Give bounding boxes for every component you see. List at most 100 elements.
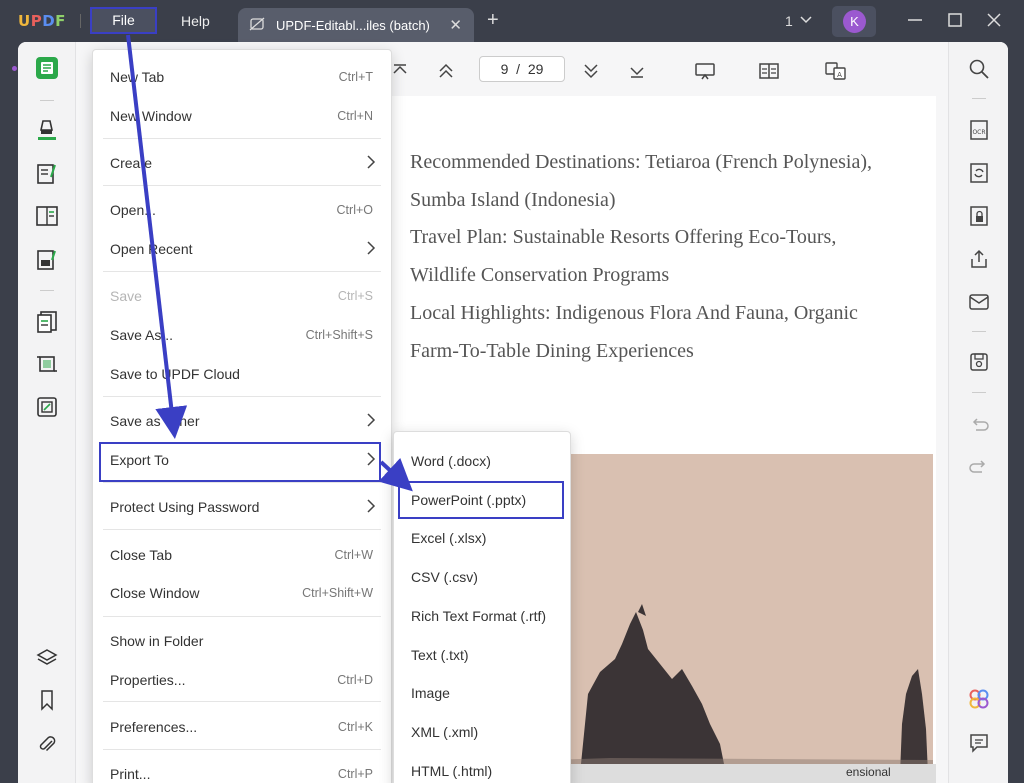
edit-pdf-icon[interactable] [35, 162, 59, 186]
bookmark-icon[interactable] [35, 688, 59, 712]
menu-item-save[interactable]: Save Ctrl+S [93, 278, 391, 314]
text-line: Local Highlights: Indigenous Flora And F… [410, 301, 858, 324]
file-menu-highlight [90, 7, 157, 34]
menu-item-print[interactable]: Print... Ctrl+P [93, 756, 391, 783]
help-menu-button[interactable]: Help [181, 13, 210, 29]
menu-item-properties[interactable]: Properties... Ctrl+D [93, 662, 391, 698]
divider [103, 185, 381, 186]
save-icon[interactable] [968, 351, 990, 373]
organize-pages-icon[interactable] [35, 204, 59, 228]
presentation-icon[interactable] [694, 62, 716, 80]
form-icon[interactable] [35, 248, 59, 272]
divider [103, 529, 381, 530]
menu-item-save-to-cloud[interactable]: Save to UPDF Cloud [93, 356, 391, 392]
chevron-right-icon [367, 499, 376, 513]
translate-icon[interactable]: A [825, 62, 847, 80]
menu-item-create[interactable]: Create [93, 145, 391, 181]
file-menu: New Tab Ctrl+T New Window Ctrl+N Create Op… [92, 49, 392, 783]
divider [103, 616, 381, 617]
protect-icon[interactable] [968, 205, 990, 227]
tab-title: UPDF-Editabl...iles (batch) [276, 18, 430, 33]
divider [103, 749, 381, 750]
page-layout-icon[interactable] [758, 62, 780, 80]
batch-icon[interactable] [35, 395, 59, 419]
menu-item-new-tab[interactable]: New Tab Ctrl+T [93, 59, 391, 95]
comment-icon[interactable] [968, 732, 990, 754]
updf-logo: UPDF [18, 12, 66, 30]
chevron-right-icon [367, 155, 376, 169]
menu-item-close-window[interactable]: Close Window Ctrl+Shift+W [93, 575, 391, 611]
menu-item-preferences[interactable]: Preferences... Ctrl+K [93, 709, 391, 745]
powerpoint-highlight [398, 481, 564, 519]
export-item-text[interactable]: Text (.txt) [411, 647, 469, 663]
convert-pdf-icon[interactable] [968, 162, 990, 184]
page-separator: / [516, 61, 521, 77]
share-icon[interactable] [968, 248, 990, 270]
window-count[interactable]: 1 [785, 13, 793, 29]
document-tab[interactable]: UPDF-Editabl...iles (batch) ✕ [238, 8, 474, 42]
undo-icon[interactable] [968, 414, 990, 436]
menu-item-new-window[interactable]: New Window Ctrl+N [93, 98, 391, 134]
text-line: Wildlife Conservation Programs [410, 264, 670, 287]
divider [103, 271, 381, 272]
export-item-excel[interactable]: Excel (.xlsx) [411, 530, 486, 546]
redo-icon[interactable] [968, 456, 990, 478]
crop-icon[interactable] [35, 352, 59, 376]
left-toolbar [18, 42, 76, 783]
ocr-icon[interactable]: OCR [968, 119, 990, 141]
divider [103, 138, 381, 139]
total-pages: 29 [527, 61, 544, 77]
menu-item-save-as-other[interactable]: Save as Other [93, 403, 391, 439]
new-tab-button[interactable]: + [487, 9, 499, 32]
divider [972, 392, 986, 393]
menu-item-open-recent[interactable]: Open Recent [93, 231, 391, 267]
menu-item-protect-password[interactable]: Protect Using Password [93, 489, 391, 525]
export-item-xml[interactable]: XML (.xml) [411, 724, 478, 740]
export-item-rtf[interactable]: Rich Text Format (.rtf) [411, 608, 546, 624]
menu-item-open[interactable]: Open... Ctrl+O [93, 192, 391, 228]
divider [40, 290, 54, 291]
text-line: Travel Plan: Sustainable Resorts Offerin… [410, 226, 837, 249]
last-page-icon[interactable] [627, 62, 647, 80]
account-button[interactable]: K [832, 6, 876, 37]
search-icon[interactable] [968, 58, 990, 80]
minimize-icon[interactable] [905, 10, 925, 30]
divider [103, 701, 381, 702]
layers-icon[interactable] [35, 646, 59, 670]
text-line: Recommended Destinations: Tetiaroa (Fren… [410, 151, 873, 173]
chevron-right-icon [367, 241, 376, 255]
export-item-image[interactable]: Image [411, 685, 450, 701]
text-line: Sumba Island (Indonesia) [410, 188, 616, 211]
chevron-right-icon [367, 413, 376, 427]
reader-icon[interactable] [35, 56, 59, 80]
chevron-down-icon[interactable] [799, 10, 813, 30]
divider [972, 98, 986, 99]
menu-item-save-as[interactable]: Save As... Ctrl+Shift+S [93, 317, 391, 353]
export-item-word[interactable]: Word (.docx) [411, 453, 491, 469]
email-icon[interactable] [968, 291, 990, 313]
maximize-icon[interactable] [945, 10, 965, 30]
next-page-icon[interactable] [581, 62, 601, 80]
ai-assistant-icon[interactable] [968, 688, 990, 710]
status-text: ensional [846, 765, 891, 779]
previous-page-icon[interactable] [436, 62, 456, 80]
batch-file-icon [249, 17, 265, 31]
menu-item-close-tab[interactable]: Close Tab Ctrl+W [93, 537, 391, 573]
avatar: K [843, 10, 866, 33]
attachment-icon[interactable] [35, 732, 59, 756]
divider [103, 482, 381, 483]
svg-text:A: A [837, 71, 842, 79]
first-page-icon[interactable] [390, 62, 410, 80]
close-window-icon[interactable] [984, 10, 1004, 30]
highlighter-icon[interactable] [35, 118, 59, 142]
right-toolbar: OCR [948, 42, 1008, 783]
text-line: Farm-To-Table Dining Experiences [410, 339, 694, 362]
page-number-input[interactable]: 9 / 29 [479, 56, 565, 82]
convert-icon[interactable] [35, 310, 59, 334]
close-icon[interactable]: ✕ [449, 16, 462, 34]
menu-item-show-in-folder[interactable]: Show in Folder [93, 623, 391, 659]
divider [80, 14, 81, 28]
export-item-html[interactable]: HTML (.html) [411, 763, 492, 779]
export-item-csv[interactable]: CSV (.csv) [411, 569, 478, 585]
export-to-highlight [99, 442, 381, 482]
